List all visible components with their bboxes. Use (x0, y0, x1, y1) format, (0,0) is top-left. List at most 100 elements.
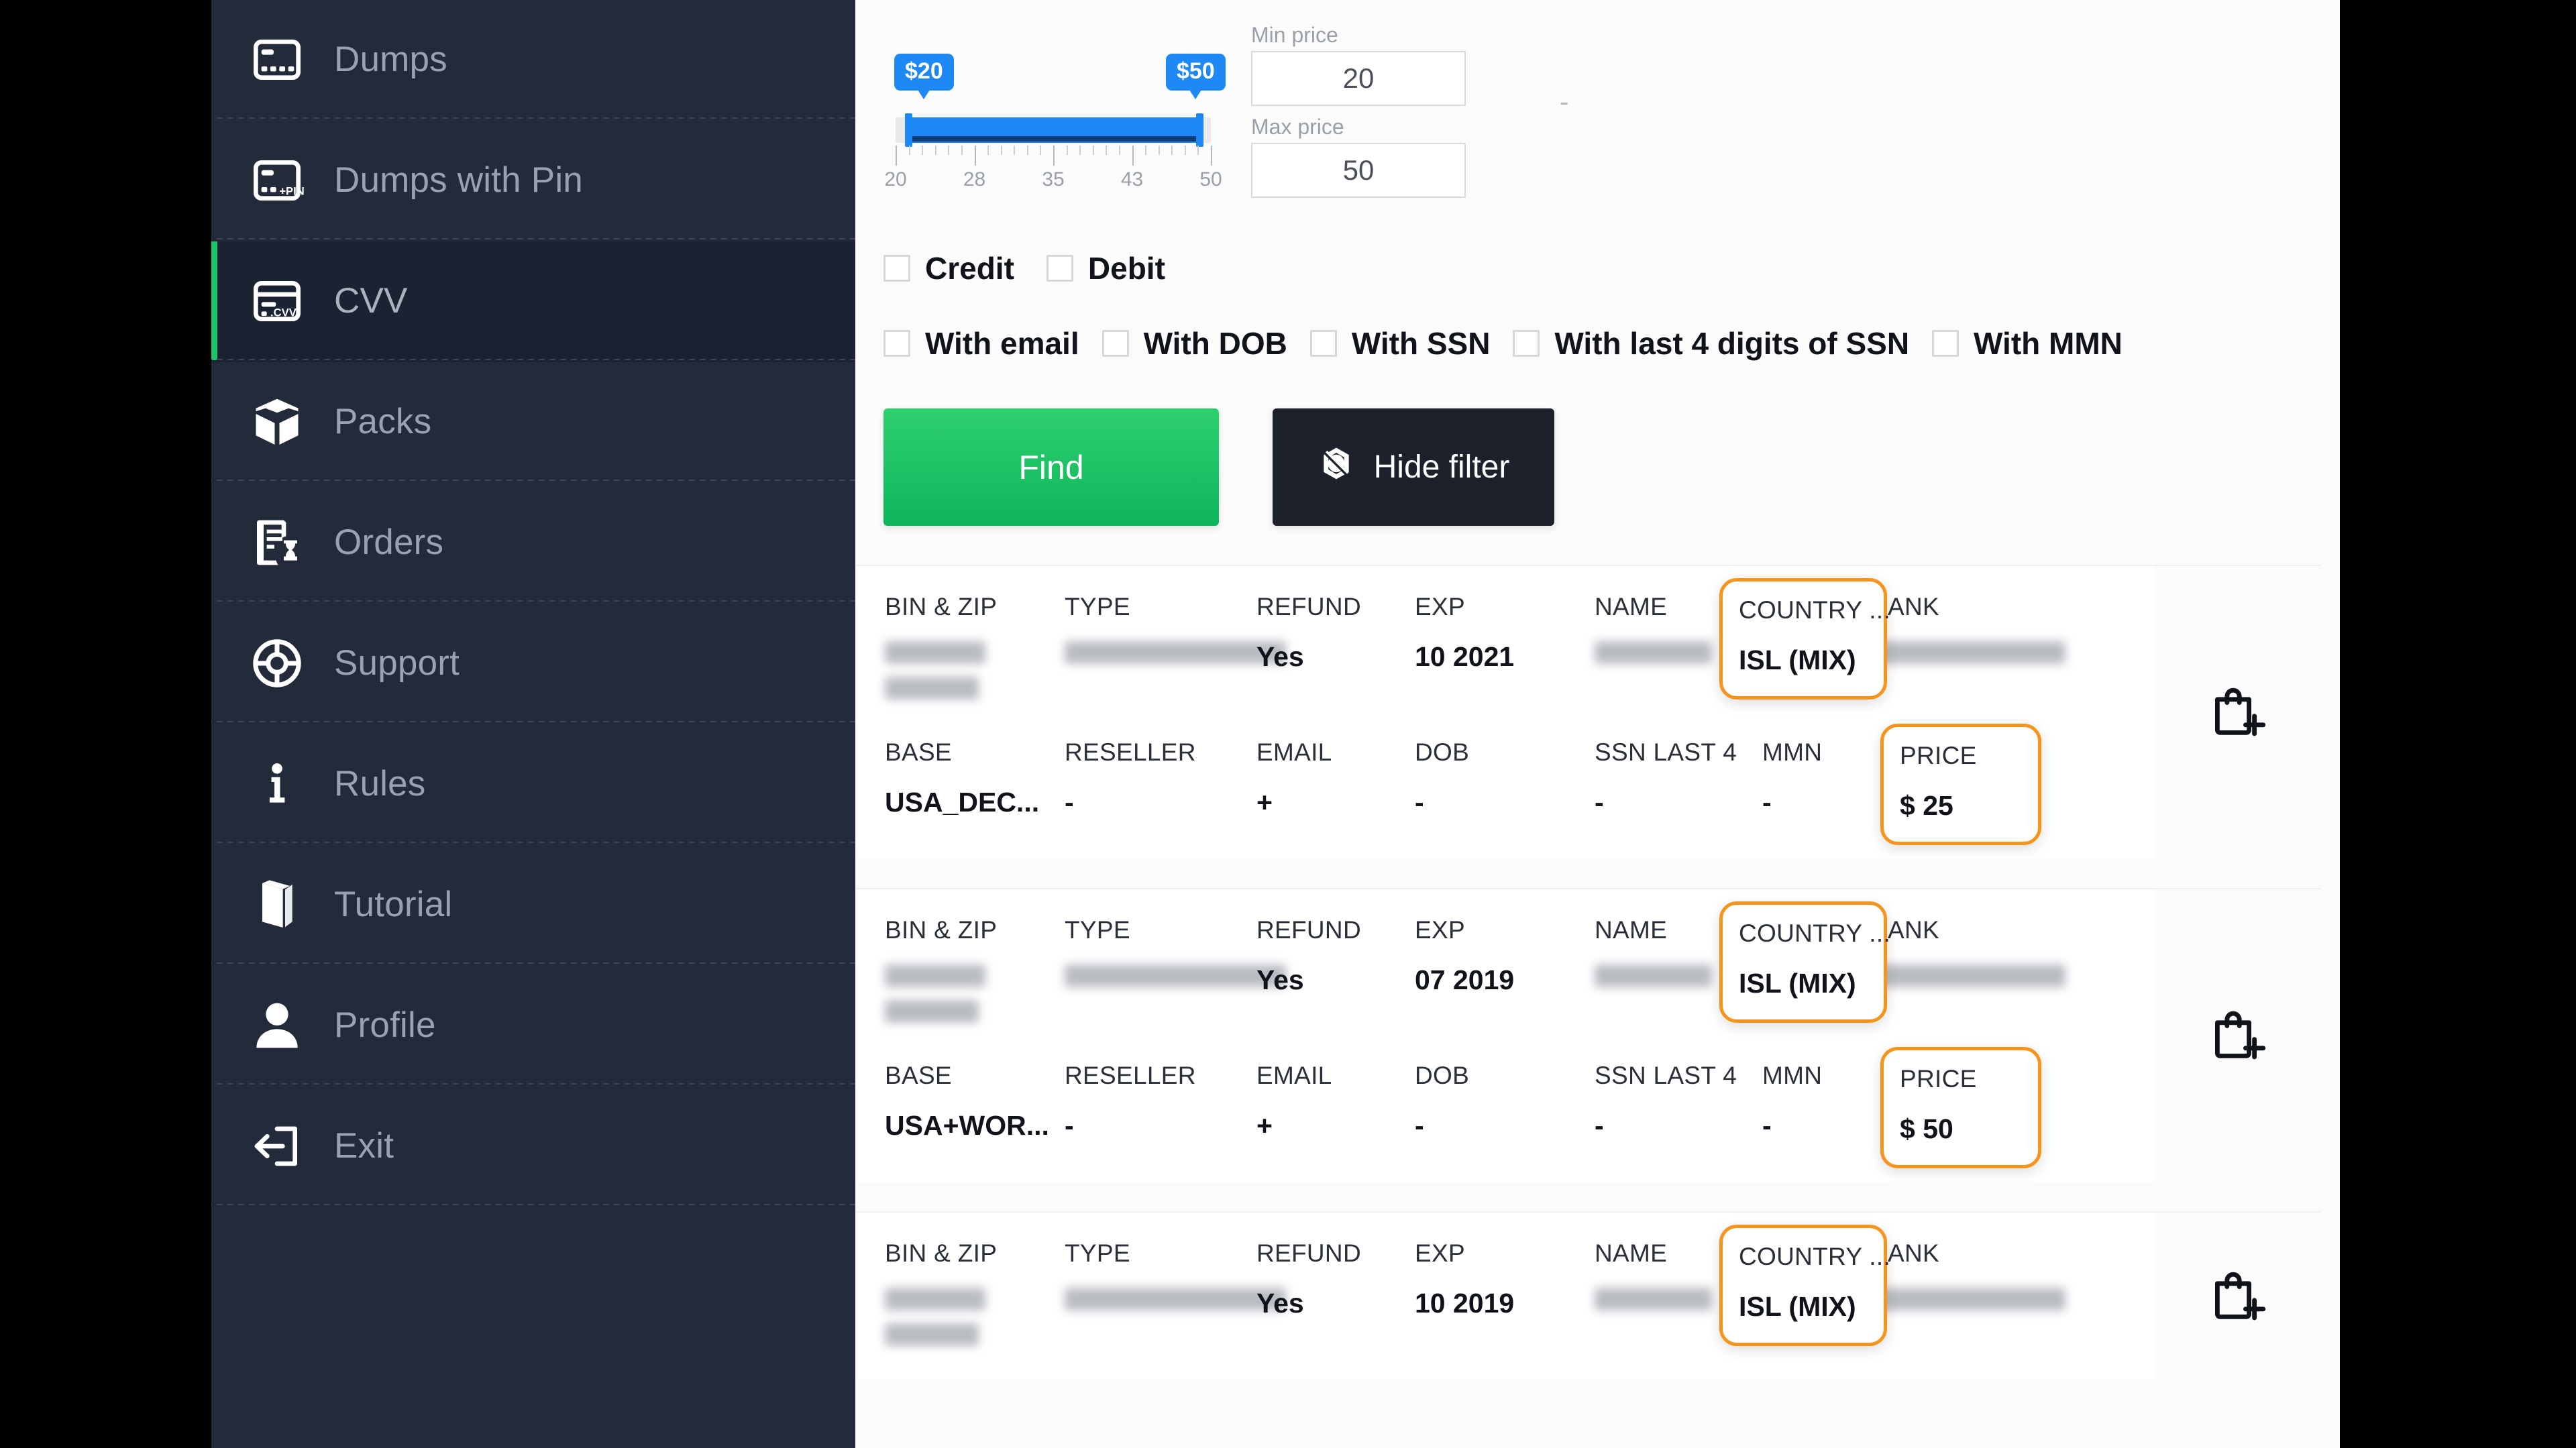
cell-value-country: ISL (MIX) (1739, 1291, 1856, 1323)
checkbox-with-dob[interactable]: With DOB (1102, 325, 1287, 361)
slider-tick (1053, 146, 1055, 166)
column-price: PRICE $ 25 (1880, 724, 2041, 846)
sidebar-item-dumps-with-pin[interactable]: +PIN Dumps with Pin (211, 121, 855, 241)
slider-tick (1092, 146, 1094, 155)
checkbox-box[interactable] (1102, 330, 1129, 357)
slider-track[interactable] (896, 113, 1211, 147)
column-bank: BANK (1871, 593, 2065, 667)
sidebar-item-support[interactable]: Support (211, 604, 855, 724)
sidebar-item-profile[interactable]: Profile (211, 966, 855, 1087)
slider-tick (1158, 146, 1160, 155)
sidebar-item-label: Support (334, 643, 460, 683)
slider-max-bubble: $50 (1166, 54, 1226, 99)
checkbox-box[interactable] (1513, 330, 1540, 357)
column-header-price: PRICE (1900, 742, 1977, 770)
find-button[interactable]: Find (883, 408, 1219, 526)
card-pin-icon: +PIN (248, 152, 306, 209)
column-header-refund: REFUND (1256, 593, 1361, 621)
add-to-cart-cell (2154, 1213, 2320, 1380)
result-card[interactable]: BIN & ZIP TYPE REFUND Yes EXP 10 2021 NAME COUN… (855, 565, 2320, 859)
cell-value-bin_zip (885, 1288, 985, 1311)
slider-tick (1118, 146, 1120, 155)
book-icon (248, 876, 306, 934)
info-icon (248, 755, 306, 813)
cell-value-refund: Yes (1256, 1288, 1304, 1319)
sidebar-item-label: Rules (334, 764, 426, 803)
logout-icon (248, 1117, 306, 1175)
result-card[interactable]: BIN & ZIP TYPE REFUND Yes EXP 10 2019 NAME COUN… (855, 1211, 2320, 1380)
add-to-cart-button[interactable] (2205, 1003, 2269, 1068)
column-exp: EXP 07 2019 (1415, 916, 1595, 996)
main-content: $20 $50 20 28 35 43 50 Min price 20 Max … (855, 0, 2340, 1448)
results-list: BIN & ZIP TYPE REFUND Yes EXP 10 2021 NAME COUN… (855, 565, 2340, 1380)
column-country: COUNTRY ... ISL (MIX) (1719, 1225, 1890, 1347)
user-icon (248, 997, 306, 1054)
add-to-cart-button[interactable] (2205, 680, 2269, 744)
checkbox-box[interactable] (883, 255, 910, 282)
cell-value-name (1595, 1288, 1712, 1311)
sidebar-item-rules[interactable]: Rules (211, 724, 855, 845)
column-header-email: EMAIL (1256, 1062, 1332, 1090)
slider-tick (1184, 146, 1186, 155)
svg-text:.CVV: .CVV (270, 306, 297, 319)
column-header-ssn_last4: SSN LAST 4 (1595, 1062, 1737, 1090)
checkbox-label: Credit (925, 251, 1014, 286)
sidebar-item-tutorial[interactable]: Tutorial (211, 845, 855, 966)
data-checkbox-row: With email With DOB With SSN With last 4 di… (855, 325, 2340, 361)
checkbox-with-ssn[interactable]: With SSN (1309, 325, 1490, 361)
card-cvv-icon: .CVV (248, 272, 306, 330)
checkbox-box[interactable] (1932, 330, 1960, 357)
checkbox-label: With last 4 digits of SSN (1554, 326, 1910, 361)
slider-handle-min[interactable] (905, 113, 912, 147)
cell-value-name (1595, 641, 1712, 665)
column-header-bank: BANK (1871, 1239, 1939, 1268)
checkbox-label: With DOB (1143, 326, 1287, 361)
sidebar-item-orders[interactable]: Orders (211, 483, 855, 604)
checkbox-with-mmn[interactable]: With MMN (1932, 325, 2123, 361)
column-bin_zip: BIN & ZIP (885, 916, 1065, 1023)
column-header-email: EMAIL (1256, 738, 1332, 767)
sidebar-item-label: Tutorial (334, 885, 453, 924)
slider-tick (1000, 146, 1002, 155)
checkbox-with-last-4-digits-of-ssn[interactable]: With last 4 digits of SSN (1513, 325, 1909, 361)
sidebar-item-label: Dumps with Pin (334, 160, 583, 200)
cell-value-dob: - (1415, 1110, 1424, 1141)
sidebar-item-dumps[interactable]: Dumps (211, 0, 855, 121)
slider-tick (1197, 146, 1199, 155)
add-to-cart-button[interactable] (2205, 1264, 2269, 1329)
checkbox-debit[interactable]: Debit (1046, 250, 1165, 286)
checkbox-with-email[interactable]: With email (883, 325, 1079, 361)
cell-value-base: USA+WOR... (885, 1110, 1049, 1141)
slider-min-bubble: $20 (894, 54, 954, 99)
checkbox-box[interactable] (1046, 255, 1073, 282)
cell-value-base: USA_DEC... (885, 787, 1040, 818)
result-card[interactable]: BIN & ZIP TYPE REFUND Yes EXP 07 2019 NAME COUN… (855, 888, 2320, 1182)
checkbox-box[interactable] (883, 330, 910, 357)
column-type: TYPE (1065, 916, 1286, 991)
cell-value-bin_zip-line2 (885, 1323, 979, 1347)
sidebar-item-label: Packs (334, 402, 432, 441)
price-range-slider[interactable]: $20 $50 20 28 35 43 50 (882, 23, 1226, 190)
slider-handle-max[interactable] (1196, 113, 1203, 147)
checkbox-box[interactable] (1309, 330, 1337, 357)
cell-value-reseller: - (1065, 787, 1074, 818)
max-price-label: Max price (1251, 115, 1344, 140)
card-row-primary: BIN & ZIP TYPE REFUND Yes EXP 07 2019 NAME COUN… (885, 901, 2154, 1023)
slider-track-shadow (908, 136, 1199, 142)
svg-text:+PIN: +PIN (279, 184, 304, 197)
min-price-input[interactable]: 20 (1251, 51, 1466, 107)
slider-tick (1026, 146, 1028, 155)
hide-filter-button[interactable]: Hide filter (1273, 408, 1554, 526)
filter-action-row: Find Hide filter (855, 408, 2340, 526)
sidebar-item-cvv[interactable]: .CVV CVV (211, 241, 855, 362)
checkbox-credit[interactable]: Credit (883, 250, 1014, 286)
sidebar-item-exit[interactable]: Exit (211, 1087, 855, 1207)
sidebar-item-packs[interactable]: Packs (211, 362, 855, 483)
sidebar-item-label: Dumps (334, 40, 447, 79)
slider-tick (987, 146, 989, 155)
max-price-input[interactable]: 50 (1251, 143, 1466, 199)
price-filter-row: $20 $50 20 28 35 43 50 Min price 20 Max … (855, 0, 2340, 199)
slider-tick-label: 20 (884, 168, 907, 190)
cell-value-price: $ 25 (1900, 790, 1953, 822)
slider-tick (908, 146, 910, 155)
